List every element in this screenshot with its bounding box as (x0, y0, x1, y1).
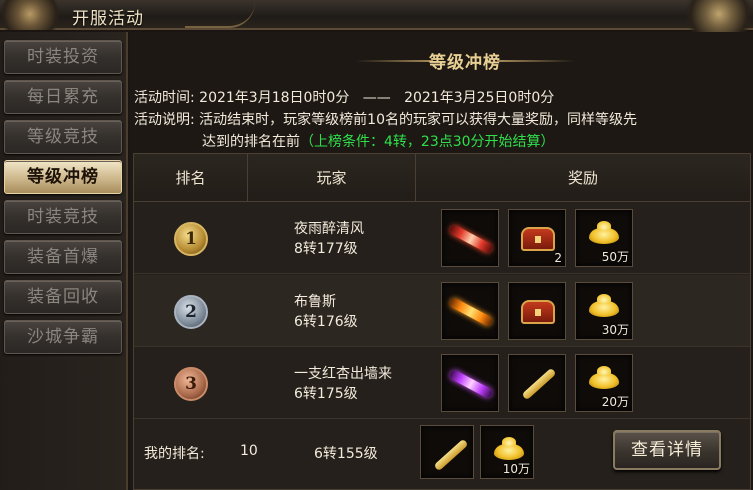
table-header: 排名 玩家 奖励 (134, 154, 750, 202)
main-panel: 等级冲榜 活动时间: 2021年3月18日0时0分 —— 2021年3月25日0… (130, 32, 753, 490)
my-rank-value: 10 (240, 443, 258, 459)
reward-qty: 2 (554, 251, 562, 265)
gold-ingot-icon (589, 366, 619, 389)
sidebar-item-equip-recycle[interactable]: 装备回收 (4, 280, 122, 314)
gold-ingot-icon (589, 221, 619, 244)
desc-line-1: 活动结束时，玩家等级榜前10名的玩家可以获得大量奖励，同样等级先 (199, 112, 637, 128)
rank-medal-bronze-icon: 3 (174, 367, 208, 401)
reward-slot[interactable]: 50万 (575, 209, 633, 267)
reward-slot[interactable]: 20万 (575, 354, 633, 412)
header-reward: 奖励 (567, 169, 598, 187)
time-separator: —— (362, 90, 391, 106)
activity-time: 活动时间: 2021年3月18日0时0分 —— 2021年3月25日0时0分 (134, 87, 554, 107)
sidebar-item-daily-recharge[interactable]: 每日累充 (4, 80, 122, 114)
dragon-ornament-icon[interactable] (673, 0, 753, 34)
red-title-icon (448, 223, 494, 255)
dragon-ornament-icon (0, 0, 70, 30)
reward-slot[interactable] (508, 282, 566, 340)
panel-heading: 等级冲榜 (130, 42, 753, 73)
reward-slot[interactable]: 30万 (575, 282, 633, 340)
view-details-button[interactable]: 查看详情 (613, 430, 721, 470)
gold-ingot-icon (494, 437, 524, 460)
rank-medal-gold-icon: 1 (174, 222, 208, 256)
time-start: 2021年3月18日0时0分 (199, 90, 350, 106)
my-rank-row: 我的排名: 10 6转155级 10万 查看详情 (134, 419, 750, 489)
reward-slot[interactable]: 10万 (480, 425, 534, 479)
sidebar-item-fashion-compete[interactable]: 时装竞技 (4, 200, 122, 234)
player-level: 8转177级 (294, 241, 358, 257)
reward-slot[interactable] (441, 354, 499, 412)
table-row: 1 夜雨醉清风 8转177级 2 50万 (134, 202, 750, 274)
player-level: 6转176级 (294, 314, 358, 330)
gold-ingot-icon (589, 294, 619, 317)
heading-divider (497, 60, 575, 62)
player-level: 6转175级 (294, 386, 358, 402)
reward-qty: 30万 (601, 323, 629, 337)
sidebar-item-fashion-invest[interactable]: 时装投资 (4, 40, 122, 74)
sidebar-item-castle-war[interactable]: 沙城争霸 (4, 320, 122, 354)
header-player: 玩家 (316, 169, 347, 187)
gold-title-icon (448, 296, 494, 328)
my-rank-label: 我的排名: (144, 446, 205, 462)
scroll-icon (433, 438, 469, 472)
ranking-table: 排名 玩家 奖励 1 夜雨醉清风 8转177级 2 50万 2 布鲁斯 6转17… (133, 153, 751, 490)
sidebar-item-equip-first-drop[interactable]: 装备首爆 (4, 240, 122, 274)
table-row: 3 一支红杏出墙来 6转175级 20万 (134, 347, 750, 419)
header-rank: 排名 (175, 169, 206, 187)
scroll-icon (521, 367, 557, 401)
activity-desc-cont: 达到的排名在前（上榜条件：4转，23点30分开始结算） (202, 131, 555, 151)
reward-slot[interactable] (420, 425, 474, 479)
reward-qty: 10万 (502, 462, 530, 476)
reward-qty: 20万 (601, 395, 629, 409)
purple-title-icon (448, 368, 494, 400)
desc-line-2: 达到的排名在前 (202, 134, 300, 150)
reward-slot[interactable] (508, 354, 566, 412)
reward-qty: 50万 (601, 250, 629, 264)
time-label: 活动时间: (134, 90, 195, 106)
treasure-chest-icon (521, 300, 555, 324)
time-end: 2021年3月25日0时0分 (404, 90, 555, 106)
sidebar: 时装投资 每日累充 等级竞技 等级冲榜 时装竞技 装备首爆 装备回收 沙城争霸 (0, 32, 128, 490)
desc-label: 活动说明: (134, 112, 195, 128)
table-row: 2 布鲁斯 6转176级 30万 (134, 275, 750, 347)
sidebar-item-level-compete[interactable]: 等级竞技 (4, 120, 122, 154)
reward-slot[interactable] (441, 209, 499, 267)
reward-slot[interactable] (441, 282, 499, 340)
rank-medal-silver-icon: 2 (174, 295, 208, 329)
player-name: 布鲁斯 (294, 294, 336, 310)
activity-desc: 活动说明: 活动结束时，玩家等级榜前10名的玩家可以获得大量奖励，同样等级先 (134, 109, 637, 129)
player-name: 一支红杏出墙来 (294, 366, 392, 382)
reward-slot[interactable]: 2 (508, 209, 566, 267)
player-name: 夜雨醉清风 (294, 221, 364, 237)
title-flourish-icon (185, 2, 255, 28)
title-bar: 开服活动 (0, 0, 753, 34)
my-level: 6转155级 (314, 446, 378, 462)
window-title: 开服活动 (72, 9, 144, 29)
desc-condition: （上榜条件：4转，23点30分开始结算） (300, 134, 555, 150)
treasure-chest-icon (521, 227, 555, 251)
sidebar-item-level-rush[interactable]: 等级冲榜 (4, 160, 122, 194)
